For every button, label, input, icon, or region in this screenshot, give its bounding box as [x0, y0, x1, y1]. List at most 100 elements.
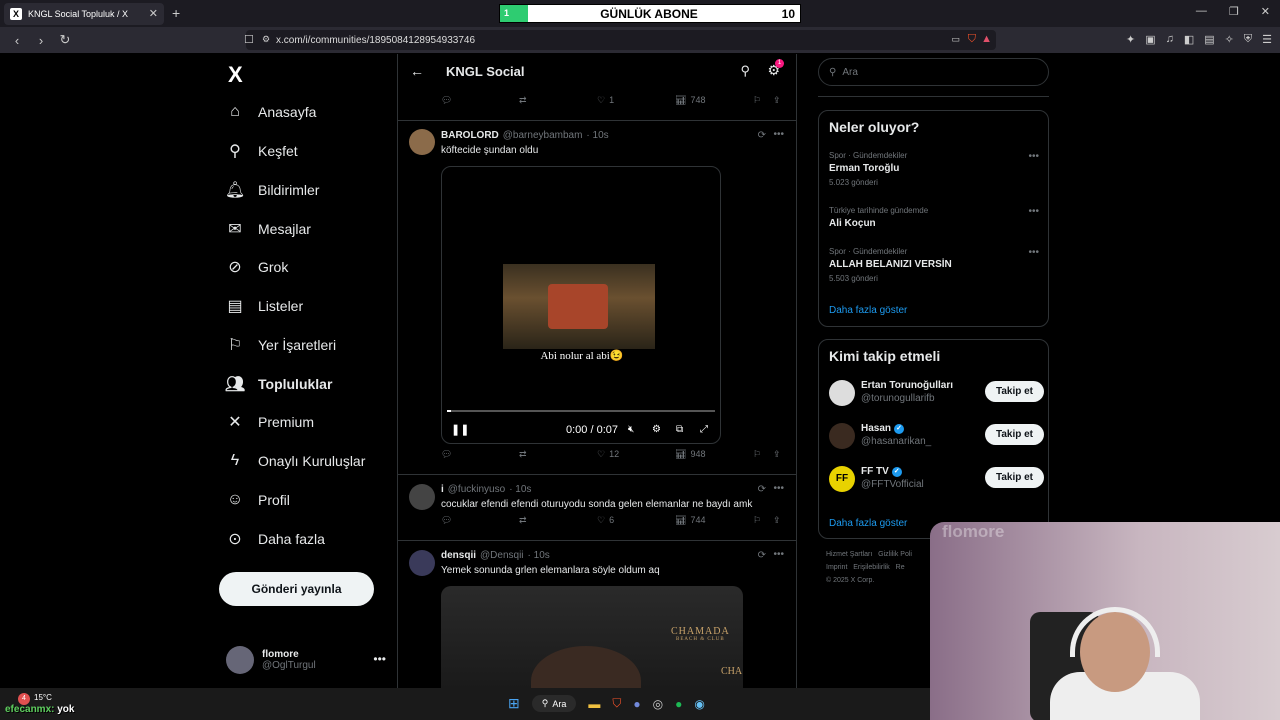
more-icon[interactable]: ••• [773, 483, 784, 494]
rewards-icon[interactable]: ▲ [981, 33, 992, 45]
grok-icon[interactable]: ⟳ [758, 484, 766, 495]
address-bar[interactable]: ☐ ⚙ x.com/i/communities/1895084128954933… [244, 30, 996, 50]
pause-icon[interactable]: ❚❚ [451, 423, 469, 436]
back-icon[interactable]: ‹ [10, 33, 24, 48]
fullscreen-icon[interactable]: ⤢ [700, 424, 708, 435]
more-icon[interactable]: ••• [1028, 151, 1039, 162]
forward-icon[interactable]: › [34, 33, 48, 48]
views-count[interactable]: 📊︎ 744 [675, 515, 705, 526]
discord-icon[interactable]: ● [633, 697, 640, 711]
views-count[interactable]: 📊︎ 748 [675, 95, 705, 106]
footer-link[interactable]: Erişilebilirlik [853, 564, 890, 571]
taskbar-search[interactable]: ⚲ Ara [531, 695, 577, 712]
trend-item[interactable]: Türkiye tarihinde gündemde Ali Koçun ••• [829, 206, 1039, 229]
nav-item-explore[interactable]: ⚲ Keşfet [226, 136, 298, 166]
nav-item-notifications[interactable]: 🔔︎ Bildirimler [225, 175, 320, 205]
reply-icon[interactable]: 💬︎ [441, 515, 452, 526]
windows-start-icon[interactable]: ⊞ [508, 695, 520, 712]
screen-icon[interactable]: ▭ [951, 34, 960, 45]
app-icon[interactable]: ◎ [653, 697, 663, 711]
site-info-icon[interactable]: ⚙ [262, 34, 270, 45]
more-icon[interactable]: ••• [1028, 247, 1039, 258]
nav-item-home[interactable]: ⌂ Anasayfa [226, 97, 316, 127]
share-icon[interactable]: ⇪ [773, 449, 781, 460]
trend-item[interactable]: Spor · Gündemdekiler ALLAH BELANIZI VERS… [829, 247, 1039, 283]
sidebar-icon[interactable]: ◧ [1184, 33, 1194, 46]
trend-item[interactable]: Spor · Gündemdekiler Erman Toroğlu 5.023… [829, 151, 1039, 187]
minimize-icon[interactable]: — [1196, 5, 1207, 18]
settings-icon[interactable]: ⚙ [652, 424, 661, 435]
like-button[interactable]: ♡ 1 [597, 95, 614, 106]
nav-item-bookmarks[interactable]: ⚐ Yer İşaretleri [226, 330, 336, 360]
video-player[interactable]: Abi nolur al abi😉 ❚❚ 0:00 / 0:07 🔇︎ ⚙ ⧉ … [441, 166, 721, 444]
views-count[interactable]: 📊︎ 948 [675, 449, 705, 460]
like-button[interactable]: ♡ 6 [597, 515, 614, 526]
maximize-icon[interactable]: ❐ [1229, 5, 1239, 18]
bookmark-icon[interactable]: ⚐ [753, 515, 761, 526]
search-input[interactable]: ⚲ Ara [818, 58, 1049, 86]
reply-icon[interactable]: 💬︎ [441, 95, 452, 106]
menu-icon[interactable]: ☰ [1262, 33, 1272, 46]
brave-icon[interactable]: ⛉ [612, 696, 621, 711]
like-button[interactable]: ♡ 12 [597, 449, 619, 460]
more-icon[interactable]: ••• [773, 129, 784, 140]
more-icon[interactable]: ••• [1028, 206, 1039, 217]
nav-item-profile[interactable]: ☺ Profil [226, 485, 290, 515]
more-icon[interactable]: ••• [773, 549, 784, 560]
footer-link[interactable]: Hizmet Şartları [826, 551, 872, 558]
post-button[interactable]: Gönderi yayınla [219, 572, 374, 606]
follow-suggestion[interactable]: Hasan ✓ @hasanarikan_ Takip et [829, 423, 1044, 453]
follow-suggestion[interactable]: FF FF TV ✓ @FFTVofficial Takip et [829, 466, 1044, 496]
retweet-icon[interactable]: ⇄ [519, 95, 527, 106]
picture-in-picture-icon[interactable]: ⧉ [676, 424, 683, 435]
more-icon[interactable]: ••• [373, 652, 386, 666]
retweet-icon[interactable]: ⇄ [519, 515, 527, 526]
x-logo[interactable]: X [228, 62, 243, 88]
share-icon[interactable]: ⇪ [773, 95, 781, 106]
bookmark-icon[interactable]: ⚐ [753, 449, 761, 460]
avatar[interactable] [409, 550, 435, 576]
search-icon[interactable]: ⚲ [740, 63, 750, 79]
spotify-icon[interactable]: ● [675, 697, 682, 711]
grok-icon[interactable]: ⟳ [758, 550, 766, 561]
avatar[interactable] [409, 129, 435, 155]
bookmark-page-icon[interactable]: ☐ [244, 33, 254, 46]
tweet-photo[interactable]: CHAMADA BEACH & CLUB CHA [441, 586, 743, 688]
follow-button[interactable]: Takip et [985, 381, 1044, 402]
footer-link[interactable]: Imprint [826, 564, 847, 571]
vpn-icon[interactable]: ⛨ [1244, 33, 1252, 46]
avatar[interactable] [409, 484, 435, 510]
close-window-icon[interactable]: ✕ [1261, 5, 1270, 18]
steam-icon[interactable]: ◉ [694, 697, 704, 711]
reload-icon[interactable]: ↻ [58, 32, 72, 48]
close-tab-icon[interactable]: ✕ [149, 7, 158, 20]
bookmark-icon[interactable]: ⚐ [753, 95, 761, 106]
footer-link[interactable]: Re [896, 564, 905, 571]
nav-item-more[interactable]: ⊙ Daha fazla [226, 524, 325, 554]
mute-icon[interactable]: 🔇︎ [628, 424, 634, 435]
media-icon[interactable]: ♫ [1166, 33, 1174, 46]
nav-item-communities[interactable]: 👥︎ Topluluklar [225, 369, 333, 399]
footer-link[interactable]: Gizlilik Poli [878, 551, 912, 558]
nav-item-lists[interactable]: ▤ Listeler [226, 291, 303, 321]
grok-icon[interactable]: ⟳ [758, 130, 766, 141]
wallet-icon[interactable]: ▤ [1204, 33, 1214, 46]
follow-suggestion[interactable]: Ertan Torunoğulları @torunogullarifb Tak… [829, 380, 1044, 410]
follow-button[interactable]: Takip et [985, 424, 1044, 445]
retweet-icon[interactable]: ⇄ [519, 449, 527, 460]
nav-item-premium[interactable]: ✕ Premium [226, 407, 314, 437]
nav-item-verified-orgs[interactable]: ϟ Onaylı Kuruluşlar [226, 446, 366, 476]
tweet-author[interactable]: BAROLORD @barneybambam · 10s [441, 130, 609, 141]
leo-icon[interactable]: ✧ [1225, 33, 1234, 46]
tweet-author[interactable]: densqii @Densqii · 10s [441, 550, 550, 561]
show-more-link[interactable]: Daha fazla göster [829, 305, 907, 316]
show-more-link[interactable]: Daha fazla göster [829, 518, 907, 529]
nav-item-messages[interactable]: ✉ Mesajlar [226, 214, 311, 244]
share-icon[interactable]: ⇪ [773, 515, 781, 526]
reply-icon[interactable]: 💬︎ [441, 449, 452, 460]
new-tab-icon[interactable]: + [172, 5, 180, 21]
account-switcher[interactable]: flomore @OglTurgul ••• [226, 642, 386, 678]
file-explorer-icon[interactable]: ▬ [588, 697, 600, 711]
back-arrow-icon[interactable]: ← [410, 63, 424, 79]
brave-shield-icon[interactable]: ⛉ [968, 33, 976, 46]
